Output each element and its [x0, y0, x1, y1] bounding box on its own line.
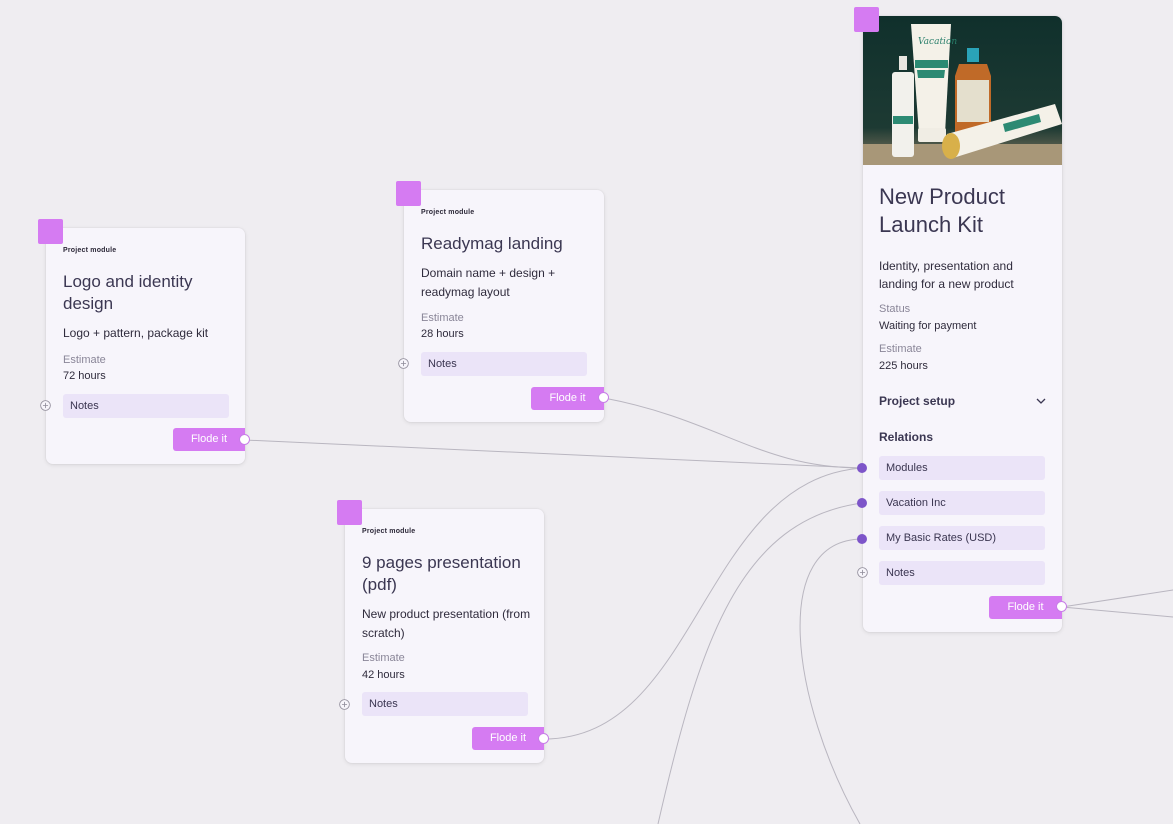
module-description-line: Domain name + design +	[421, 266, 556, 280]
relation-client[interactable]: Vacation Inc	[879, 491, 1045, 515]
module-card-presentation[interactable]: Project module 9 pages presentation (pdf…	[345, 509, 544, 763]
project-description-line: Identity, presentation and	[879, 259, 1013, 273]
edge-readymag-to-modules	[603, 397, 863, 469]
project-description: Identity, presentation and landing for a…	[879, 257, 1014, 293]
relation-modules[interactable]: Modules	[879, 456, 1045, 480]
project-setup-toggle[interactable]: Project setup	[879, 394, 955, 408]
flode-it-button[interactable]: Flode it	[989, 596, 1062, 619]
estimate-value: 72 hours	[63, 370, 106, 382]
module-card-logo[interactable]: Project module Logo and identity design …	[46, 228, 245, 464]
module-card-readymag[interactable]: Project module Readymag landing Domain n…	[404, 190, 604, 422]
relation-port-client[interactable]	[857, 498, 867, 508]
edge-logo-to-modules	[244, 439, 863, 469]
edge-project-out-1	[1061, 589, 1173, 608]
module-title-line: Logo and identity	[63, 272, 193, 291]
estimate-value: 42 hours	[362, 669, 405, 681]
add-note-icon[interactable]	[857, 567, 868, 578]
module-title: Logo and identity design	[63, 271, 193, 315]
project-description-line: landing for a new product	[879, 277, 1014, 291]
module-title-line: 9 pages presentation	[362, 553, 521, 572]
project-color-tag[interactable]	[854, 7, 879, 32]
relation-port-rates[interactable]	[857, 534, 867, 544]
status-value: Waiting for payment	[879, 320, 977, 332]
module-kind-label: Project module	[421, 209, 475, 216]
module-kind-label: Project module	[63, 247, 117, 254]
module-color-tag[interactable]	[337, 500, 362, 525]
output-port[interactable]	[1056, 601, 1067, 612]
module-description: Domain name + design + readymag layout	[421, 264, 555, 302]
module-title: Readymag landing	[421, 234, 563, 253]
flode-it-button[interactable]: Flode it	[531, 387, 604, 410]
project-title: New Product Launch Kit	[879, 183, 1005, 239]
add-note-icon[interactable]	[398, 358, 409, 369]
module-color-tag[interactable]	[38, 219, 63, 244]
product-image: Vacation	[863, 16, 1062, 165]
notes-field[interactable]: Notes	[63, 394, 229, 418]
edge-presentation-to-modules	[543, 467, 863, 740]
edge-rates-to-bottom	[799, 538, 863, 824]
estimate-label: Estimate	[362, 652, 405, 664]
node-canvas[interactable]: Project module Logo and identity design …	[0, 0, 1173, 824]
module-kind-label: Project module	[362, 528, 416, 535]
edge-vacation-to-bottom	[657, 502, 863, 824]
module-description-line: scratch)	[362, 626, 405, 640]
module-description: New product presentation (from scratch)	[362, 605, 530, 643]
relations-heading: Relations	[879, 430, 934, 444]
status-label: Status	[879, 303, 911, 315]
estimate-value: 28 hours	[421, 328, 464, 340]
notes-field[interactable]: Notes	[362, 692, 528, 716]
project-title-line: New Product	[879, 184, 1005, 209]
estimate-label: Estimate	[421, 312, 464, 324]
relation-port-modules[interactable]	[857, 463, 867, 473]
relation-rates[interactable]: My Basic Rates (USD)	[879, 526, 1045, 550]
estimate-label: Estimate	[63, 354, 106, 366]
estimate-value: 225 hours	[879, 360, 928, 372]
project-card[interactable]: Vacation New Product Launch Kit Identity…	[863, 16, 1062, 632]
module-title-line: (pdf)	[362, 575, 397, 594]
image-brand-text: Vacation	[918, 37, 957, 47]
chevron-down-icon[interactable]	[1036, 398, 1046, 404]
notes-field[interactable]: Notes	[421, 352, 587, 376]
module-title-line: design	[63, 294, 114, 313]
edge-project-out-2	[1061, 606, 1173, 618]
estimate-label: Estimate	[879, 343, 922, 355]
module-description-line: readymag layout	[421, 285, 510, 299]
output-port[interactable]	[598, 392, 609, 403]
module-description: Logo + pattern, package kit	[63, 326, 209, 340]
add-note-icon[interactable]	[40, 400, 51, 411]
flode-it-button[interactable]: Flode it	[472, 727, 544, 750]
project-title-line: Launch Kit	[879, 212, 983, 237]
module-title: 9 pages presentation (pdf)	[362, 552, 521, 596]
module-description-line: New product presentation (from	[362, 607, 531, 621]
flode-it-button[interactable]: Flode it	[173, 428, 245, 451]
output-port[interactable]	[538, 733, 549, 744]
module-color-tag[interactable]	[396, 181, 421, 206]
output-port[interactable]	[239, 434, 250, 445]
add-note-icon[interactable]	[339, 699, 350, 710]
notes-field[interactable]: Notes	[879, 561, 1045, 585]
